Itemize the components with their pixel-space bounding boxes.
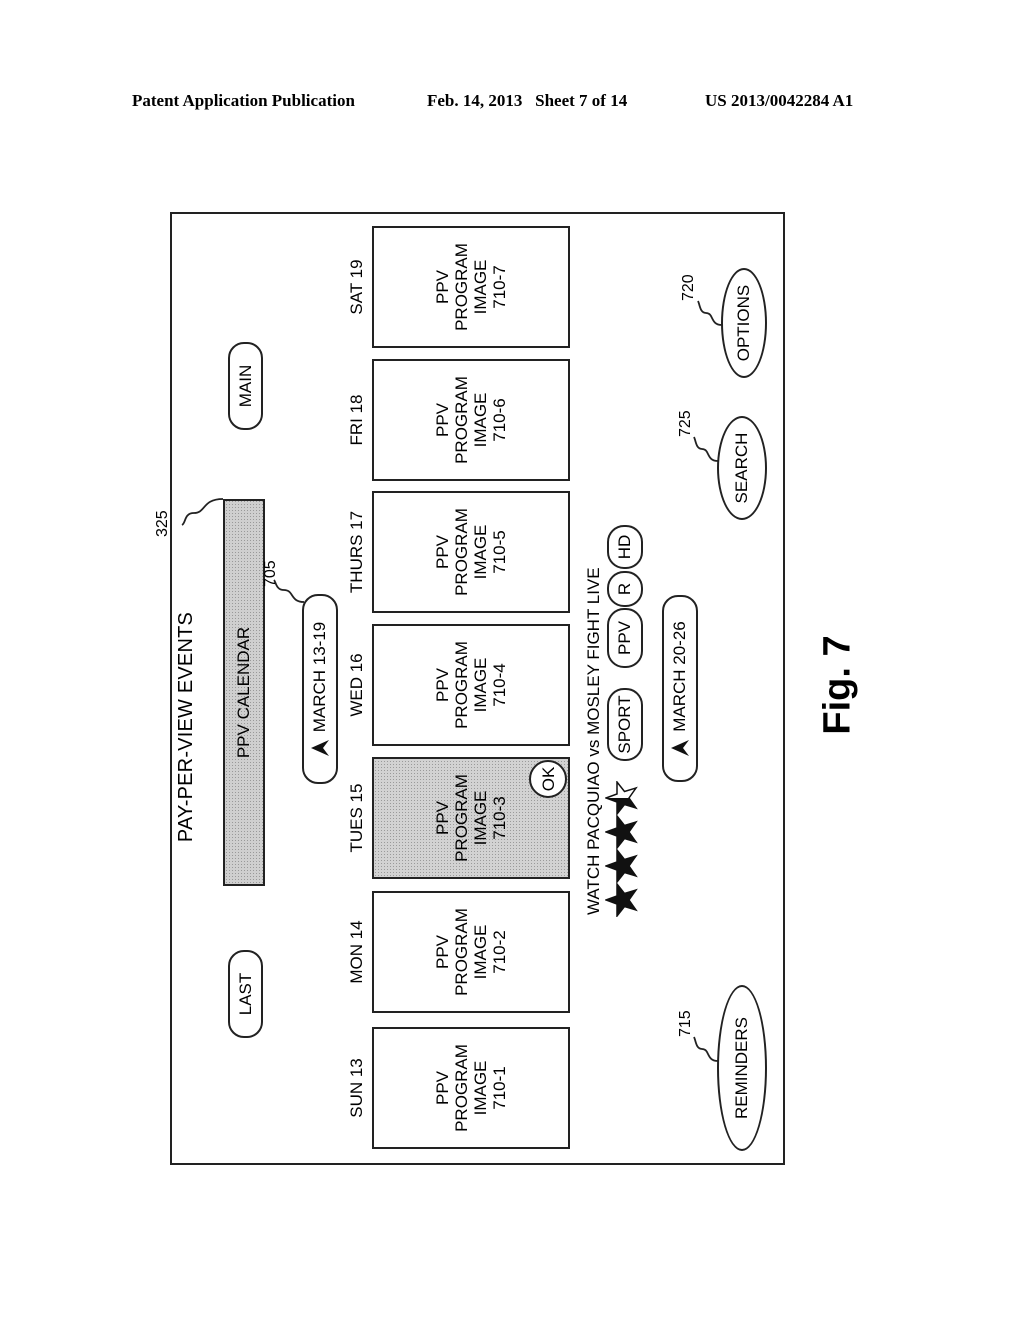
ref-725: 725 [677,410,694,437]
star-rating [605,781,639,917]
tag-rating-r: R [607,571,643,607]
tag-sport: SPORT [607,688,643,761]
card-line: PROGRAM [452,641,471,729]
program-card-710-6[interactable]: PPV PROGRAM IMAGE 710-6 [372,359,570,481]
day-label: SAT 19 [347,259,366,315]
card-line: 710-3 [490,796,509,840]
day-label: TUES 15 [347,783,366,853]
program-card-710-1[interactable]: PPV PROGRAM IMAGE 710-1 [372,1027,570,1149]
main-button[interactable]: MAIN [228,342,263,430]
arrow-up-icon [671,739,689,756]
day-label: SUN 13 [347,1058,366,1118]
ref-325: 325 [154,510,171,537]
publication-header: Patent Application Publication [132,91,355,110]
ok-button[interactable]: OK [529,760,567,798]
program-card-710-2[interactable]: PPV PROGRAM IMAGE 710-2 [372,891,570,1013]
tag-hd: HD [607,525,643,569]
card-line: PROGRAM [452,376,471,464]
day-label: WED 16 [347,653,366,717]
card-line: PROGRAM [452,774,471,862]
card-line: PPV [433,402,452,438]
card-line: PROGRAM [452,1044,471,1132]
card-line: PPV [433,1070,452,1106]
search-button[interactable]: SEARCH [717,416,767,520]
card-line: 710-1 [490,1066,509,1110]
card-line: IMAGE [471,524,490,580]
card-line: 710-2 [490,930,509,974]
next-week-button[interactable]: MARCH 20-26 [662,595,698,782]
ppv-screen: PAY-PER-VIEW EVENTS 325 PPV CALENDAR LAS… [154,214,785,1165]
ref-705: 705 [262,560,279,587]
card-line: PROGRAM [452,908,471,996]
date-sheet-header: Feb. 14, 2013 Sheet 7 of 14 [427,91,628,110]
leader-line-325 [181,498,224,526]
figure-label: Fig. 7 [808,630,868,740]
ppv-calendar-bar[interactable]: PPV CALENDAR [223,499,265,886]
card-line: IMAGE [471,657,490,713]
card-line: PPV [433,269,452,305]
card-line: PPV [433,534,452,570]
star-full-icon [605,815,638,849]
star-full-icon [605,883,638,917]
card-line: 710-5 [490,530,509,574]
program-title: WATCH PACQUIAO vs MOSLEY FIGHT LIVE [584,567,603,915]
reminders-button[interactable]: REMINDERS [717,985,767,1151]
current-week-button[interactable]: MARCH 13-19 [302,594,338,784]
card-line: 710-4 [490,663,509,707]
leader-line-720 [697,300,723,326]
ref-715: 715 [677,1010,694,1037]
current-week-label: MARCH 13-19 [310,621,329,733]
arrow-up-icon [311,740,329,757]
card-line: 710-6 [490,398,509,442]
star-full-icon [605,849,638,883]
card-line: PROGRAM [452,243,471,331]
program-card-710-4[interactable]: PPV PROGRAM IMAGE 710-4 [372,624,570,746]
card-line: 710-7 [490,265,509,309]
card-line: PPV [433,934,452,970]
tv-screen-frame: PAY-PER-VIEW EVENTS 325 PPV CALENDAR LAS… [154,212,785,1165]
program-card-710-5[interactable]: PPV PROGRAM IMAGE 710-5 [372,491,570,613]
card-line: PPV [433,667,452,703]
program-card-710-7[interactable]: PPV PROGRAM IMAGE 710-7 [372,226,570,348]
card-line: IMAGE [471,259,490,315]
card-line: PROGRAM [452,508,471,596]
card-line: PPV [433,800,452,836]
patent-number-header: US 2013/0042284 A1 [705,91,854,110]
day-label: MON 14 [347,920,366,984]
last-button[interactable]: LAST [228,950,263,1038]
card-line: IMAGE [471,1060,490,1116]
day-label: THURS 17 [347,510,366,594]
day-label: FRI 18 [347,394,366,446]
figure-label-text: Fig. 7 [816,635,859,735]
card-line: IMAGE [471,392,490,448]
program-card-710-3[interactable]: PPV PROGRAM IMAGE 710-3 OK [372,757,570,879]
screen-title: PAY-PER-VIEW EVENTS [175,611,197,843]
card-line: IMAGE [471,924,490,980]
options-button[interactable]: OPTIONS [721,268,767,378]
star-half-icon [605,781,638,815]
tag-ppv: PPV [607,608,643,668]
card-line: IMAGE [471,790,490,846]
next-week-label: MARCH 20-26 [670,621,689,732]
ref-720: 720 [680,274,697,301]
